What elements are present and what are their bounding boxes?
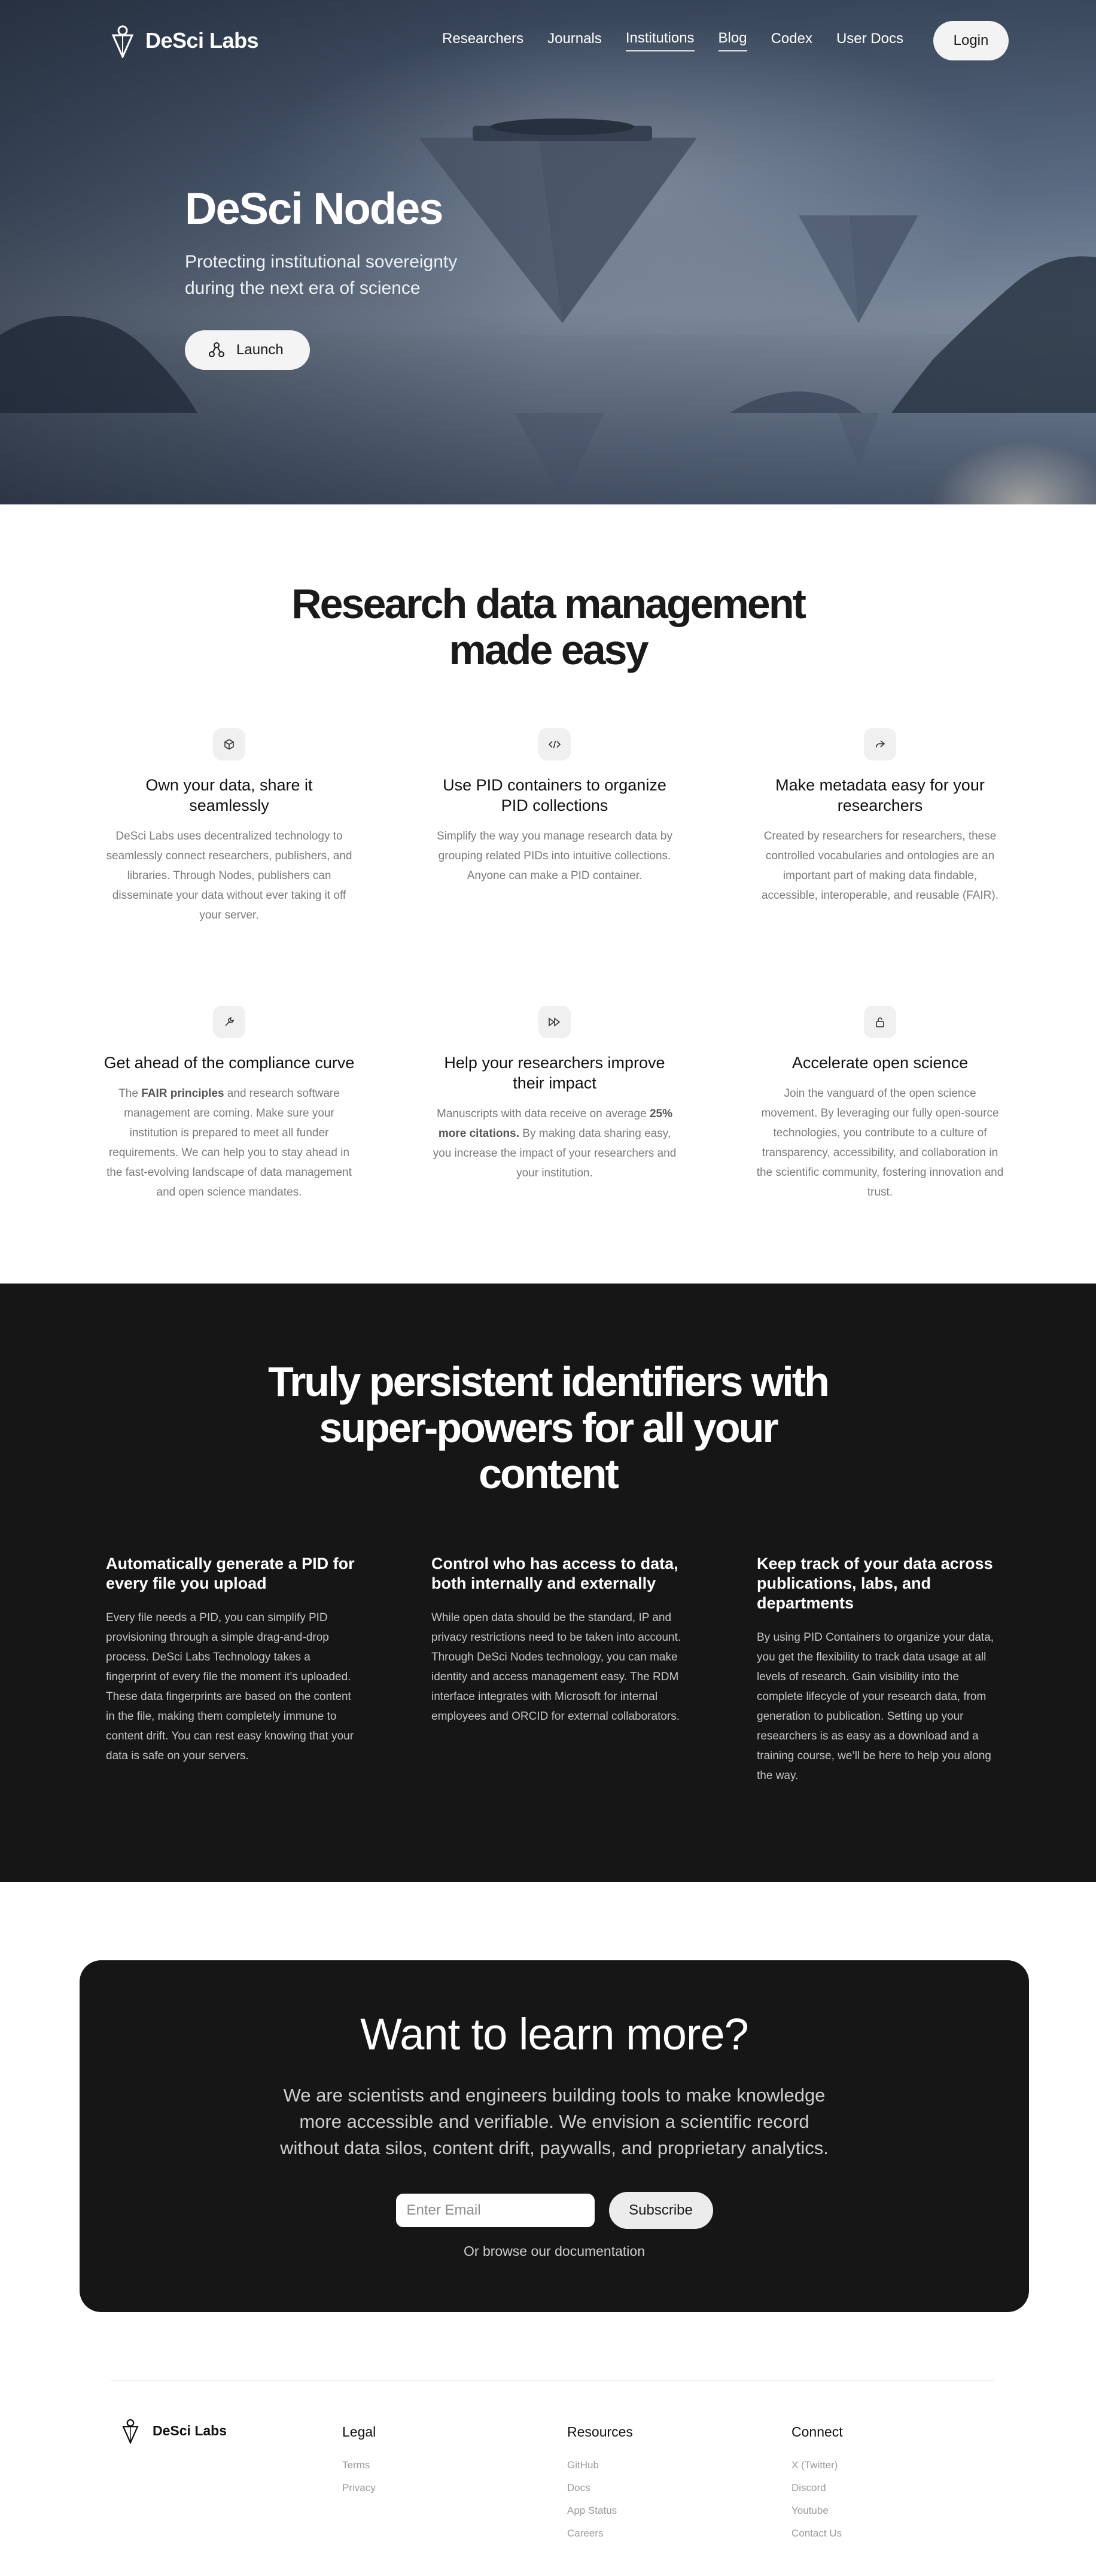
footer-column-title: Resources <box>567 2424 633 2440</box>
feature-text: Join the vanguard of the open science mo… <box>756 1087 1004 1199</box>
footer-brand-name: DeSci Labs <box>153 2422 227 2438</box>
footer-divider <box>111 2380 994 2381</box>
pid-section: Truly persistent identifiers with super-… <box>0 1284 1096 1882</box>
pid-column-text: Every file needs a PID, you can simplify… <box>106 1611 354 1762</box>
footer-link-discord[interactable]: Discord <box>791 2482 843 2495</box>
pid-title: Truly persistent identifiers with super-… <box>0 1359 1096 1497</box>
pid-column-title: Automatically generate a PID for every f… <box>106 1555 355 1592</box>
pid-column-title: Keep track of your data across publicati… <box>757 1555 993 1612</box>
desci-logo-icon <box>111 25 134 58</box>
cube-icon <box>213 728 245 761</box>
hero-copy: DeSci Nodes Protecting institutional sov… <box>185 185 496 370</box>
feature-card: Own your data, share it seamlessly DeSci… <box>103 728 355 925</box>
nav-link-journals[interactable]: Journals <box>547 31 602 51</box>
feature-card: Help your researchers improve their impa… <box>429 1006 680 1183</box>
feature-text: DeSci Labs uses decentralized technology… <box>106 830 352 921</box>
pid-title-text: Truly persistent identifiers with super-… <box>268 1358 830 1497</box>
feature-title: Own your data, share it seamlessly <box>145 776 313 814</box>
brand-logo[interactable]: DeSci Labs <box>111 23 259 58</box>
footer-link-app-status[interactable]: App Status <box>567 2505 633 2518</box>
wrench-icon <box>213 1006 245 1038</box>
pid-column-text: By using PID Containers to organize your… <box>757 1631 994 1782</box>
pid-column: Control who has access to data, both int… <box>431 1554 683 1726</box>
feature-title: Help your researchers improve their impa… <box>444 1054 665 1092</box>
footer-column-title: Connect <box>791 2424 843 2440</box>
feature-text: Manuscripts with data receive on average… <box>433 1108 677 1179</box>
code-icon <box>538 728 571 761</box>
feature-card: Accelerate open science Join the vanguar… <box>754 1006 1006 1202</box>
feature-text: Created by researchers for researchers, … <box>761 830 999 902</box>
feature-card: Get ahead of the compliance curve The FA… <box>103 1006 355 1202</box>
nav-links: Researchers Journals Institutions Blog C… <box>442 21 1009 60</box>
launch-button[interactable]: Launch <box>185 330 310 370</box>
footer-link-youtube[interactable]: Youtube <box>791 2505 843 2518</box>
email-input[interactable] <box>395 2194 595 2227</box>
footer-column-title: Legal <box>342 2424 376 2440</box>
brand-name: DeSci Labs <box>145 28 259 53</box>
cta-title: Want to learn more? <box>360 2009 749 2059</box>
footer-link-careers[interactable]: Careers <box>567 2528 633 2541</box>
pid-column: Automatically generate a PID for every f… <box>106 1554 357 1766</box>
footer-link-privacy[interactable]: Privacy <box>342 2482 376 2495</box>
footer-column-connect: Connect X (Twitter) Discord Youtube Cont… <box>791 2424 843 2541</box>
feature-text: The FAIR principles and research softwar… <box>106 1087 352 1199</box>
login-button[interactable]: Login <box>933 21 1009 60</box>
subscribe-form: Subscribe <box>80 2192 1029 2229</box>
feature-text: Simplify the way you manage research dat… <box>437 830 672 882</box>
footer-link-contact[interactable]: Contact Us <box>791 2528 843 2541</box>
pid-column: Keep track of your data across publicati… <box>757 1554 1008 1786</box>
feature-title: Make metadata easy for your researchers <box>775 776 985 814</box>
unlock-icon <box>864 1006 896 1038</box>
nodes-icon <box>209 342 224 357</box>
footer-brand[interactable]: DeSci Labs <box>121 2417 227 2444</box>
footer-link-twitter[interactable]: X (Twitter) <box>791 2459 843 2472</box>
feature-title: Get ahead of the compliance curve <box>103 1054 355 1072</box>
browse-docs-link[interactable]: Or browse our documentation <box>80 2243 1029 2259</box>
nav-link-blog[interactable]: Blog <box>718 30 747 51</box>
cta-lead: We are scientists and engineers building… <box>280 2085 829 2158</box>
fast-forward-icon <box>538 1006 571 1038</box>
feature-title: Use PID containers to organize PID colle… <box>443 776 666 814</box>
hero-subtitle: Protecting institutional sovereignty dur… <box>185 251 458 298</box>
nav-link-codex[interactable]: Codex <box>771 31 812 51</box>
top-nav: DeSci Labs Researchers Journals Institut… <box>0 0 1096 81</box>
feature-card: Use PID containers to organize PID colle… <box>429 728 680 886</box>
desci-logo-icon <box>122 2419 139 2444</box>
feature-card: Make metadata easy for your researchers … <box>754 728 1006 905</box>
nav-link-institutions[interactable]: Institutions <box>625 30 695 51</box>
launch-button-label: Launch <box>236 341 284 358</box>
share-arrow-icon <box>864 728 896 761</box>
cta-footer-section: Want to learn more? We are scientists an… <box>0 1882 1096 2539</box>
features-title: Research data management made easy <box>0 581 1096 673</box>
nav-link-user-docs[interactable]: User Docs <box>836 31 903 51</box>
footer-link-terms[interactable]: Terms <box>342 2459 376 2472</box>
feature-title: Accelerate open science <box>791 1054 969 1072</box>
subscribe-button[interactable]: Subscribe <box>608 2192 713 2229</box>
nav-link-researchers[interactable]: Researchers <box>442 31 523 51</box>
features-section: Research data management made easy Own y… <box>0 504 1096 1284</box>
newsletter-card: Want to learn more? We are scientists an… <box>80 1960 1029 2312</box>
features-title-text: Research data management made easy <box>291 580 806 673</box>
hero-title: DeSci Nodes <box>185 184 443 233</box>
footer-link-github[interactable]: GitHub <box>567 2459 633 2472</box>
pid-column-text: While open data should be the standard, … <box>431 1611 681 1723</box>
footer-link-docs[interactable]: Docs <box>567 2482 633 2495</box>
footer-column-resources: Resources GitHub Docs App Status Careers <box>567 2424 633 2541</box>
footer-column-legal: Legal Terms Privacy <box>342 2424 376 2495</box>
pid-column-title: Control who has access to data, both int… <box>431 1555 678 1592</box>
hero-section: DeSci Labs Researchers Journals Institut… <box>0 0 1096 504</box>
